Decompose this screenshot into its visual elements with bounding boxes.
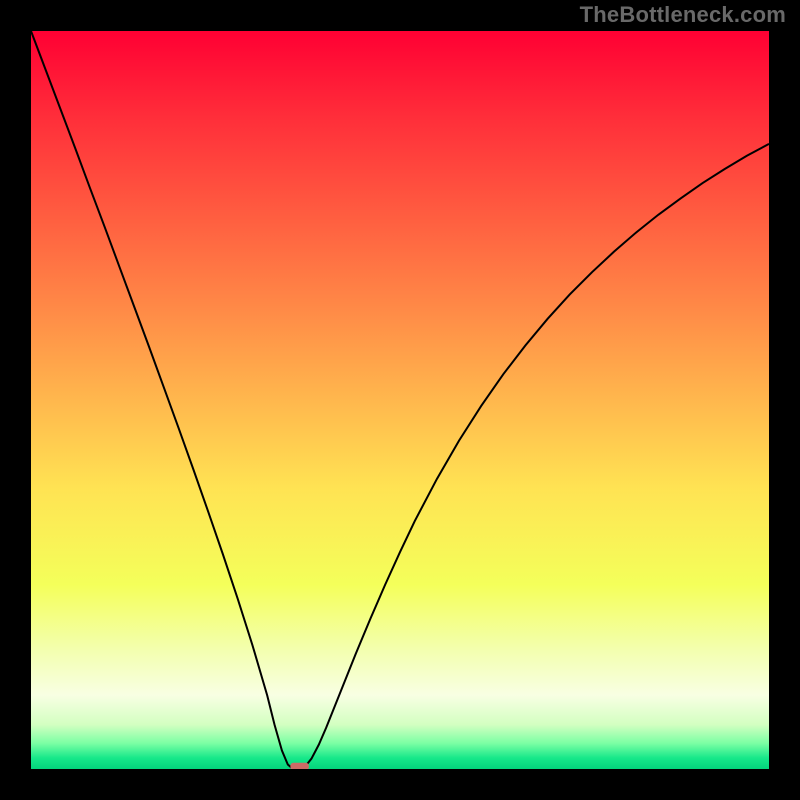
chart-outer-frame: TheBottleneck.com (0, 0, 800, 800)
plot-background (31, 31, 769, 769)
chart-svg (31, 31, 769, 769)
watermark-text: TheBottleneck.com (580, 2, 786, 28)
plot-area (31, 31, 769, 769)
optimal-point-marker (290, 763, 308, 769)
